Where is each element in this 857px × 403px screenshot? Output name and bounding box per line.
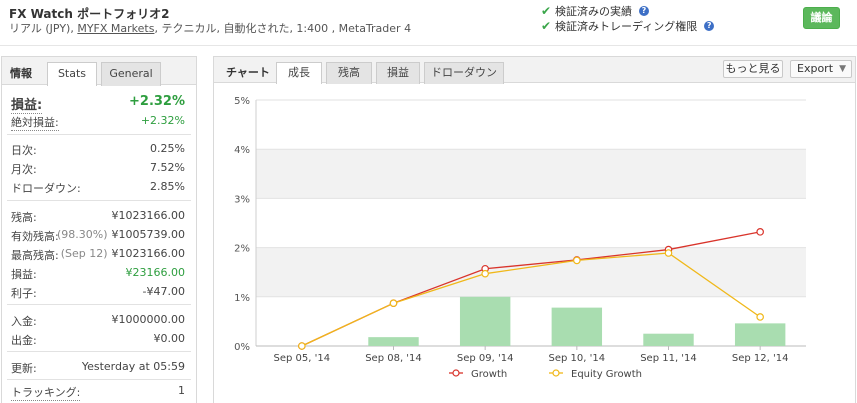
tab-general[interactable]: General — [101, 62, 161, 86]
data-point — [389, 299, 398, 307]
info-heading: 情報 — [10, 67, 32, 80]
profit-value: ¥23166.00 — [125, 266, 186, 279]
tab-drawdown[interactable]: ドローダウン — [424, 62, 504, 84]
equity-value: ¥1005739.00 — [111, 228, 185, 241]
export-dropdown[interactable]: Export ▼ — [790, 60, 852, 78]
legend-marker — [552, 369, 560, 377]
legend-label: Equity Growth — [571, 369, 642, 380]
updated-label: 更新: — [11, 362, 37, 375]
divider — [7, 200, 191, 201]
account-info-suffix: , テクニカル, 自動化された, 1:400 , MetaTrader 4 — [154, 22, 412, 35]
tab-balance[interactable]: 残高 — [326, 62, 372, 84]
withdrawals-label: 出金: — [11, 334, 37, 347]
highest-label: 最高残高: — [11, 249, 59, 262]
data-point — [756, 228, 764, 236]
verified-track-label: 検証済みの実績 — [555, 5, 632, 18]
check-icon: ✔ — [541, 4, 552, 18]
interest-label: 利子: — [11, 287, 37, 300]
data-point — [481, 269, 489, 278]
drawdown-value: 2.85% — [150, 180, 185, 193]
equity-percent: (98.30%) — [56, 228, 108, 241]
y-tick-label: 0% — [234, 342, 250, 353]
help-icon[interactable]: ? — [639, 6, 649, 16]
highest-value: ¥1023166.00 — [111, 247, 185, 260]
page-header: FX Watch ポートフォリオ2 リアル (JPY), MYFX Market… — [0, 0, 857, 46]
bar — [459, 296, 511, 346]
chart-heading: チャート — [226, 66, 270, 79]
daily-value: 0.25% — [150, 142, 185, 155]
chart-tabs: チャート 成長 残高 損益 ドローダウン もっと見る Export ▼ — [214, 57, 855, 84]
divider — [7, 379, 191, 380]
withdrawals-value: ¥0.00 — [153, 332, 186, 345]
abs-gain-value: +2.32% — [140, 114, 185, 127]
data-point — [298, 342, 306, 350]
deposits-value: ¥1000000.00 — [111, 313, 185, 326]
x-tick-label: Sep 12, '14 — [732, 353, 789, 364]
daily-label: 日次: — [11, 144, 37, 157]
y-tick-label: 2% — [234, 244, 250, 255]
x-tick-label: Sep 09, '14 — [457, 353, 514, 364]
grid-band — [256, 149, 806, 199]
y-tick-label: 5% — [234, 96, 250, 107]
gain-value: +2.32% — [129, 94, 185, 109]
interest-value: -¥47.00 — [142, 285, 185, 298]
deposits-label: 入金: — [11, 315, 37, 328]
monthly-value: 7.52% — [150, 161, 185, 174]
info-tabs: 情報 Stats General — [2, 57, 196, 86]
legend-marker — [452, 369, 460, 377]
bar — [734, 323, 786, 346]
y-tick-label: 1% — [234, 293, 250, 304]
show-more-button[interactable]: もっと見る — [723, 60, 783, 78]
chart-panel: チャート 成長 残高 損益 ドローダウン もっと見る Export ▼ 0% 1%… — [213, 56, 856, 403]
profit-label: 損益: — [11, 268, 37, 281]
monthly-label: 月次: — [11, 163, 37, 176]
export-label: Export — [797, 62, 834, 75]
divider — [7, 304, 191, 305]
abs-gain-label[interactable]: 絶対損益: — [11, 114, 59, 131]
tab-growth[interactable]: 成長 — [276, 62, 322, 84]
tracking-label[interactable]: トラッキング: — [11, 384, 81, 401]
help-icon[interactable]: ? — [704, 21, 715, 31]
tab-stats[interactable]: Stats — [47, 62, 97, 86]
growth-chart: 0% 1% 2% 3% 4% 5% Sep 05, '14 Sep 08, '14 Sep 09… — [234, 96, 806, 380]
balance-label: 残高: — [11, 211, 37, 224]
equity-label: 有効残高: — [11, 230, 59, 243]
verified-trading-privileges: ✔ 検証済みトレーディング権限 ? — [541, 18, 715, 34]
updated-value: Yesterday at 05:59 — [81, 360, 185, 373]
verified-track-record: ✔ 検証済みの実績 ? — [541, 3, 649, 19]
tab-profit[interactable]: 損益 — [376, 62, 420, 84]
balance-value: ¥1023166.00 — [111, 209, 185, 222]
tracking-value: 1 — [178, 384, 185, 397]
bar — [551, 307, 603, 346]
caret-down-icon: ▼ — [839, 64, 846, 74]
legend-label: Growth — [471, 369, 507, 380]
system-subtitle: リアル (JPY), MYFX Markets, テクニカル, 自動化された, … — [9, 20, 411, 36]
grid-band — [256, 247, 806, 297]
bar — [643, 333, 694, 346]
gain-label[interactable]: 損益: — [11, 94, 43, 114]
x-tick-label: Sep 08, '14 — [365, 353, 422, 364]
data-point — [664, 249, 673, 257]
y-tick-label: 4% — [234, 145, 250, 156]
discuss-button[interactable]: 議論 — [803, 7, 840, 29]
x-tick-label: Sep 11, '14 — [640, 353, 697, 364]
highest-date: (Sep 12) — [60, 247, 108, 260]
drawdown-label: ドローダウン: — [11, 182, 81, 195]
info-panel: 情報 Stats General 損益: +2.32% 絶対損益: +2.32%… — [1, 56, 197, 403]
x-tick-label: Sep 10, '14 — [549, 353, 606, 364]
data-point — [756, 313, 764, 321]
divider — [7, 134, 191, 135]
y-tick-label: 3% — [234, 194, 250, 205]
x-tick-label: Sep 05, '14 — [274, 353, 331, 364]
bar — [368, 337, 419, 346]
broker-link[interactable]: MYFX Markets — [77, 22, 154, 35]
account-info-prefix: リアル (JPY), — [9, 22, 78, 35]
check-icon: ✔ — [541, 19, 552, 33]
divider — [7, 351, 191, 352]
data-point — [573, 256, 581, 265]
verified-trading-label: 検証済みトレーディング権限 — [555, 20, 698, 33]
